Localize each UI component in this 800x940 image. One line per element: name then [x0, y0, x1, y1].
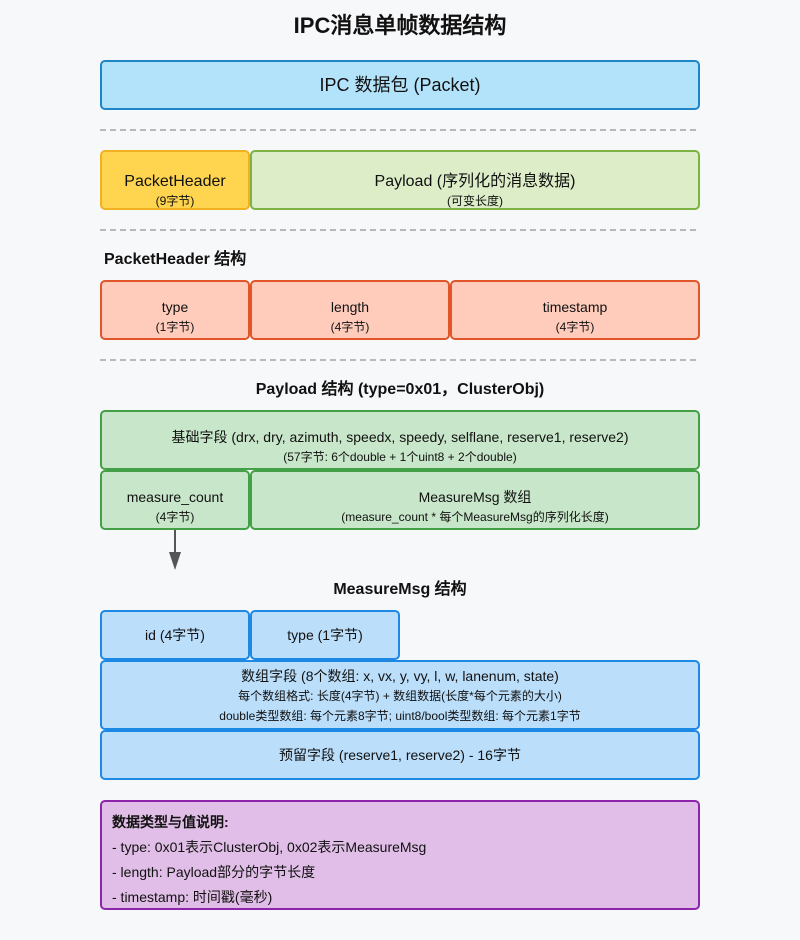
header-field-size: (4字节): [330, 320, 370, 334]
down-arrow-icon: [169, 530, 181, 570]
array-fields-format: 每个数组格式: 长度(4字节) + 数组数据(长度*每个元素的大小): [238, 689, 562, 703]
measure-type-field: type (1字节): [250, 610, 400, 660]
base-fields-box: 基础字段 (drx, dry, azimuth, speedx, speedy,…: [100, 410, 700, 470]
header-field-type: type (1字节): [100, 280, 250, 340]
notes-line: - timestamp: 时间戳(毫秒): [112, 889, 273, 905]
header-field-name: length: [330, 299, 370, 315]
measure-array-size: (measure_count * 每个MeasureMsg的序列化长度): [341, 510, 609, 524]
measure-id-label: id (4字节): [145, 627, 205, 643]
array-fields-types: double类型数组: 每个元素8字节; uint8/bool类型数组: 每个元…: [219, 709, 581, 723]
measure-section-title: MeasureMsg 结构: [333, 581, 467, 598]
header-field-size: (4字节): [555, 320, 595, 334]
packet-header-section-title: PacketHeader 结构: [104, 251, 247, 268]
base-fields-size: (57字节: 6个double + 1个uint8 + 2个double): [283, 450, 517, 464]
measure-count-box: measure_count (4字节): [100, 470, 250, 530]
reserved-fields-label: 预留字段 (reserve1, reserve2) - 16字节: [279, 747, 521, 763]
notes-line: - type: 0x01表示ClusterObj, 0x02表示MeasureM…: [112, 839, 427, 855]
measure-array-fields-box: 数组字段 (8个数组: x, vx, y, vy, l, w, lanenum,…: [100, 660, 700, 730]
notes-box: 数据类型与值说明: - type: 0x01表示ClusterObj, 0x02…: [100, 800, 700, 910]
payload-box: Payload (序列化的消息数据) (可变长度): [250, 150, 700, 210]
payload-size: (可变长度): [447, 194, 503, 208]
notes-line: - length: Payload部分的字节长度: [112, 864, 316, 880]
divider: [100, 129, 696, 131]
measure-array-label: MeasureMsg 数组: [418, 489, 532, 505]
divider: [100, 229, 696, 231]
reserved-fields-box: 预留字段 (reserve1, reserve2) - 16字节: [100, 730, 700, 780]
packet-header-size: (9字节): [155, 194, 195, 208]
header-field-timestamp: timestamp (4字节): [450, 280, 700, 340]
packet-header-box: PacketHeader (9字节): [100, 150, 250, 210]
measure-type-label: type (1字节): [287, 627, 363, 643]
packet-header-label: PacketHeader: [124, 173, 226, 190]
measure-id-field: id (4字节): [100, 610, 250, 660]
array-fields-label: 数组字段 (8个数组: x, vx, y, vy, l, w, lanenum,…: [241, 668, 559, 684]
payload-label: Payload (序列化的消息数据): [374, 173, 576, 190]
divider: [100, 359, 696, 361]
measure-count-label: measure_count: [126, 489, 224, 505]
base-fields-label: 基础字段 (drx, dry, azimuth, speedx, speedy,…: [171, 429, 629, 445]
header-field-length: length (4字节): [250, 280, 450, 340]
header-field-size: (1字节): [155, 320, 195, 334]
payload-section-title: Payload 结构 (type=0x01，ClusterObj): [255, 381, 545, 398]
packet-box: IPC 数据包 (Packet): [100, 60, 700, 110]
diagram-title: IPC消息单帧数据结构: [293, 13, 507, 38]
header-field-name: type: [161, 299, 189, 315]
measure-count-size: (4字节): [155, 510, 195, 524]
measure-array-box: MeasureMsg 数组 (measure_count * 每个Measure…: [250, 470, 700, 530]
notes-title: 数据类型与值说明:: [112, 814, 229, 830]
packet-label: IPC 数据包 (Packet): [319, 75, 481, 95]
header-field-name: timestamp: [542, 299, 608, 315]
